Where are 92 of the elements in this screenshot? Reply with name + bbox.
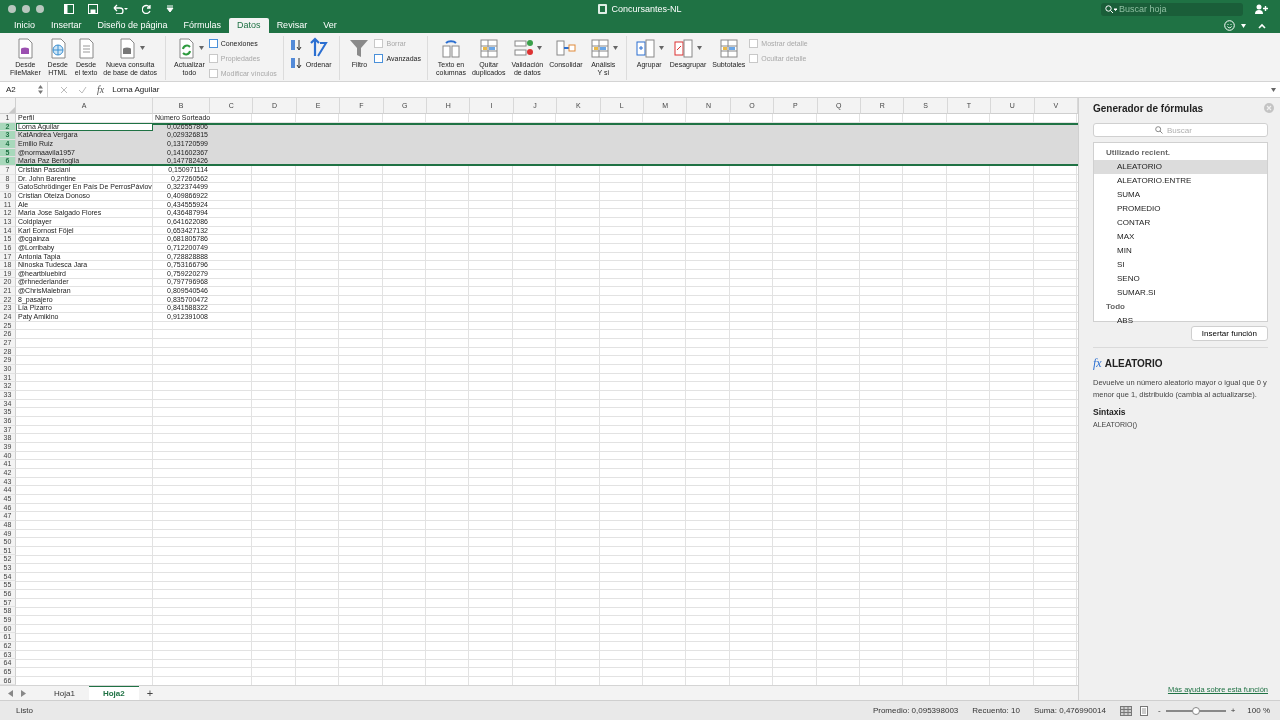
save-icon[interactable]	[88, 4, 98, 14]
window-title: Concursantes-NL	[611, 4, 682, 14]
function-item[interactable]: MIN	[1094, 244, 1267, 258]
checklist-icon	[512, 37, 535, 59]
insert-function-button[interactable]: fx	[97, 84, 105, 95]
maximize-window-icon[interactable]	[36, 5, 44, 13]
insert-function-button[interactable]: Insertar función	[1190, 326, 1268, 341]
smiley-icon[interactable]	[1224, 20, 1235, 31]
add-sheet-button[interactable]: +	[138, 686, 162, 700]
caret-icon	[658, 46, 664, 50]
zoom-in-button[interactable]: +	[1230, 706, 1236, 715]
function-item[interactable]: SENO	[1094, 272, 1267, 286]
zoom-level: 100 %	[1247, 706, 1270, 715]
add-person-icon[interactable]	[1255, 4, 1268, 14]
syntax-heading: Sintaxis	[1093, 407, 1127, 417]
collapse-icon[interactable]	[1258, 22, 1266, 29]
function-item[interactable]: SI	[1094, 258, 1267, 272]
ribbon-tab[interactable]: Inicio	[6, 18, 43, 33]
function-item[interactable]: ALEATORIO	[1094, 160, 1267, 174]
function-item[interactable]: ABS	[1094, 314, 1267, 328]
small-square-icon	[208, 54, 218, 63]
list-heading: Utilizado recient.	[1105, 147, 1171, 159]
small-square-icon	[749, 54, 759, 63]
cancel-icon[interactable]	[60, 85, 68, 94]
small-square-icon	[374, 54, 384, 63]
ribbon-tab[interactable]: Insertar	[43, 18, 90, 33]
search-icon	[1155, 126, 1163, 134]
sheet-tab[interactable]: Hoja2	[88, 686, 139, 700]
table-icon	[717, 37, 740, 59]
sort-icon	[289, 39, 302, 51]
small-square-icon	[374, 39, 384, 48]
grid-view-icon[interactable]	[1119, 705, 1132, 716]
minimize-window-icon[interactable]	[22, 5, 30, 13]
caret-icon	[536, 46, 542, 50]
caret-icon	[139, 46, 145, 50]
caret-icon	[612, 46, 618, 50]
triangle-icon	[9, 107, 15, 113]
table-icon	[477, 37, 500, 59]
status-text: Listo	[16, 706, 33, 715]
zoom-slider[interactable]	[1165, 709, 1226, 712]
page-view-icon[interactable]	[1137, 705, 1150, 716]
ribbon-tab[interactable]: Datos	[229, 18, 269, 33]
list-heading: Todo	[1105, 301, 1126, 313]
sheet-tab[interactable]: Hoja1	[40, 686, 89, 700]
search-field[interactable]: Buscar hoja	[1101, 2, 1243, 16]
group-icon	[634, 37, 657, 59]
caret-icon	[697, 46, 703, 50]
function-item[interactable]: ALEATORIO.ENTRE	[1094, 174, 1267, 188]
function-item[interactable]: CONTAR	[1094, 216, 1267, 230]
small-square-icon	[208, 69, 218, 78]
ribbon-tab[interactable]: Diseño de página	[89, 18, 176, 33]
zoom-out-button[interactable]: -	[1157, 706, 1161, 715]
search-icon	[1105, 4, 1117, 14]
workbook-icon	[598, 4, 608, 14]
panel-title: Generador de fórmulas	[1093, 103, 1205, 114]
ribbon-tab[interactable]: Fórmulas	[175, 18, 230, 33]
ungroup-icon	[673, 37, 696, 59]
caret-icon[interactable]	[1241, 23, 1246, 28]
columns-icon	[440, 37, 462, 59]
status-stat: Promedio: 0,095398003	[872, 706, 959, 715]
close-window-icon[interactable]	[8, 5, 16, 13]
table-icon	[588, 37, 611, 59]
search-field[interactable]: Buscar	[1093, 123, 1268, 137]
small-square-icon	[208, 39, 218, 48]
filter-icon	[348, 37, 371, 59]
ribbon-tab[interactable]: Revisar	[268, 18, 316, 33]
sort-icon	[289, 57, 302, 69]
caret-icon	[198, 46, 204, 50]
formula-value: Lorna Aguilar	[112, 85, 160, 94]
function-item[interactable]: SUMA	[1094, 188, 1267, 202]
status-stat: Suma: 0,476990014	[1033, 706, 1106, 715]
consolidate-icon	[554, 37, 577, 59]
function-item[interactable]: PROMEDIO	[1094, 202, 1267, 216]
function-name: ALEATORIO	[1104, 358, 1163, 369]
small-square-icon	[749, 39, 759, 48]
previous-sheet-icon[interactable]	[8, 689, 13, 697]
sort-button[interactable]	[289, 55, 302, 71]
confirm-icon[interactable]	[78, 85, 87, 94]
customize-icon[interactable]	[166, 5, 174, 13]
redo-icon[interactable]	[142, 4, 152, 14]
name-box[interactable]: A2	[0, 82, 48, 97]
slider-thumb[interactable]	[1191, 706, 1200, 715]
undo-icon[interactable]	[112, 4, 128, 14]
ribbon-tab[interactable]: Ver	[315, 18, 345, 33]
expand-icon[interactable]	[1271, 87, 1276, 92]
status-stat: Recuento: 10	[972, 706, 1020, 715]
next-sheet-icon[interactable]	[21, 689, 26, 697]
sort-button[interactable]	[289, 37, 302, 53]
sidebar-icon[interactable]	[64, 4, 74, 14]
function-item[interactable]: SUMAR.SI	[1094, 286, 1267, 300]
function-item[interactable]: MAX	[1094, 230, 1267, 244]
function-symbol: fx	[1093, 356, 1102, 371]
